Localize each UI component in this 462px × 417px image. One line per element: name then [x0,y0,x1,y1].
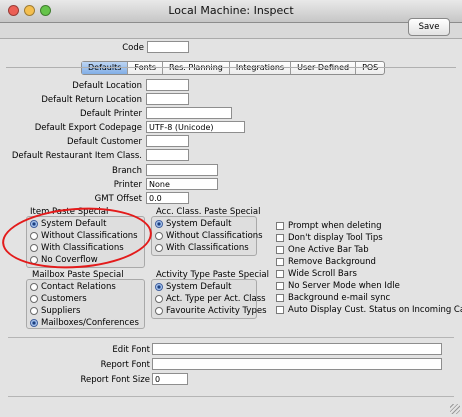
default-return-location-label: Default Return Location [41,95,142,105]
no-server-mode-when-idle-checkbox[interactable]: No Server Mode when Idle [276,281,400,291]
radio-icon [30,307,38,315]
auto-display-cust-status-checkbox[interactable]: Auto Display Cust. Status on Incoming Ca… [276,305,462,315]
mailbox-suppliers-radio[interactable]: Suppliers [30,306,80,316]
checkbox-icon [276,306,284,314]
branch-field[interactable] [146,164,218,176]
gmt-offset-field[interactable]: 0.0 [146,192,189,204]
checkbox-icon [276,270,284,278]
activity-type-favourite-activity-types-radio[interactable]: Favourite Activity Types [155,306,267,316]
radio-icon [30,244,38,252]
checkbox-icon [276,282,284,290]
report-font-size-field[interactable]: 0 [152,373,188,385]
acc-class-without-classifications-radio[interactable]: Without Classifications [155,231,263,241]
activity-type-system-default-radio[interactable]: System Default [155,282,231,292]
tab-defaults[interactable]: Defaults [82,62,129,74]
mailbox-contact-relations-radio[interactable]: Contact Relations [30,282,116,292]
tab-integrations[interactable]: Integrations [230,62,292,74]
printer-field[interactable]: None [146,178,218,190]
bottom-divider [8,396,454,397]
report-font-field[interactable] [152,358,442,370]
remove-background-checkbox[interactable]: Remove Background [276,257,376,267]
save-button[interactable]: Save [408,18,450,36]
default-customer-label: Default Customer [66,137,142,147]
printer-label: Printer [113,180,142,190]
section-divider [8,337,454,338]
radio-icon [155,232,163,240]
branch-label: Branch [112,166,142,176]
default-restaurant-item-class-label: Default Restaurant Item Class. [11,151,142,161]
code-label: Code [122,43,144,53]
acc-class-with-classifications-radio[interactable]: With Classifications [155,243,249,253]
item-paste-without-classifications-radio[interactable]: Without Classifications [30,231,138,241]
item-paste-no-coverflow-radio[interactable]: No Coverflow [30,255,98,265]
checkbox-icon [276,246,284,254]
tab-res-planning[interactable]: Res. Planning [163,62,230,74]
tab-fonts[interactable]: Fonts [128,62,163,74]
radio-selected-icon [155,283,163,291]
default-restaurant-item-class-field[interactable] [146,149,189,161]
item-paste-with-classifications-radio[interactable]: With Classifications [30,243,124,253]
default-export-codepage-field[interactable]: UTF-8 (Unicode) [146,121,245,133]
item-paste-system-default-radio[interactable]: System Default [30,219,106,229]
radio-selected-icon [155,220,163,228]
prompt-when-deleting-checkbox[interactable]: Prompt when deleting [276,221,382,231]
default-return-location-field[interactable] [146,93,189,105]
one-active-bar-tab-checkbox[interactable]: One Active Bar Tab [276,245,369,255]
checkbox-icon [276,258,284,266]
gmt-offset-label: GMT Offset [94,194,142,204]
radio-icon [30,283,38,291]
checkbox-icon [276,234,284,242]
radio-icon [155,295,163,303]
default-printer-label: Default Printer [79,109,142,119]
dont-display-tool-tips-checkbox[interactable]: Don't display Tool Tips [276,233,383,243]
radio-icon [155,307,163,315]
code-field[interactable] [147,41,189,53]
checkbox-icon [276,294,284,302]
tab-divider [6,67,456,68]
report-font-size-label: Report Font Size [80,375,150,385]
wide-scroll-bars-checkbox[interactable]: Wide Scroll Bars [276,269,357,279]
radio-icon [155,244,163,252]
tab-pos[interactable]: POS [356,62,384,74]
radio-selected-icon [30,220,38,228]
activity-type-act-type-per-act-class-radio[interactable]: Act. Type per Act. Class [155,294,266,304]
default-customer-field[interactable] [146,135,189,147]
report-font-label: Report Font [100,360,150,370]
window-title: Local Machine: Inspect [168,4,294,17]
mailbox-mailboxes-conferences-radio[interactable]: Mailboxes/Conferences [30,318,139,328]
tab-strip: Defaults Fonts Res. Planning Integration… [81,61,386,75]
radio-icon [30,295,38,303]
radio-icon [30,256,38,264]
checkbox-icon [276,222,284,230]
radio-selected-icon [30,319,38,327]
radio-icon [30,232,38,240]
background-email-sync-checkbox[interactable]: Background e-mail sync [276,293,390,303]
default-location-field[interactable] [146,79,189,91]
edit-font-field[interactable] [152,343,442,355]
title-bar[interactable]: Local Machine: Inspect [0,0,462,23]
default-export-codepage-label: Default Export Codepage [34,123,142,133]
resize-grip-icon[interactable] [450,404,460,414]
default-location-label: Default Location [72,81,142,91]
acc-class-system-default-radio[interactable]: System Default [155,219,231,229]
edit-font-label: Edit Font [112,345,150,355]
tab-user-defined[interactable]: User Defined [291,62,357,74]
default-printer-field[interactable] [146,107,232,119]
mailbox-customers-radio[interactable]: Customers [30,294,87,304]
